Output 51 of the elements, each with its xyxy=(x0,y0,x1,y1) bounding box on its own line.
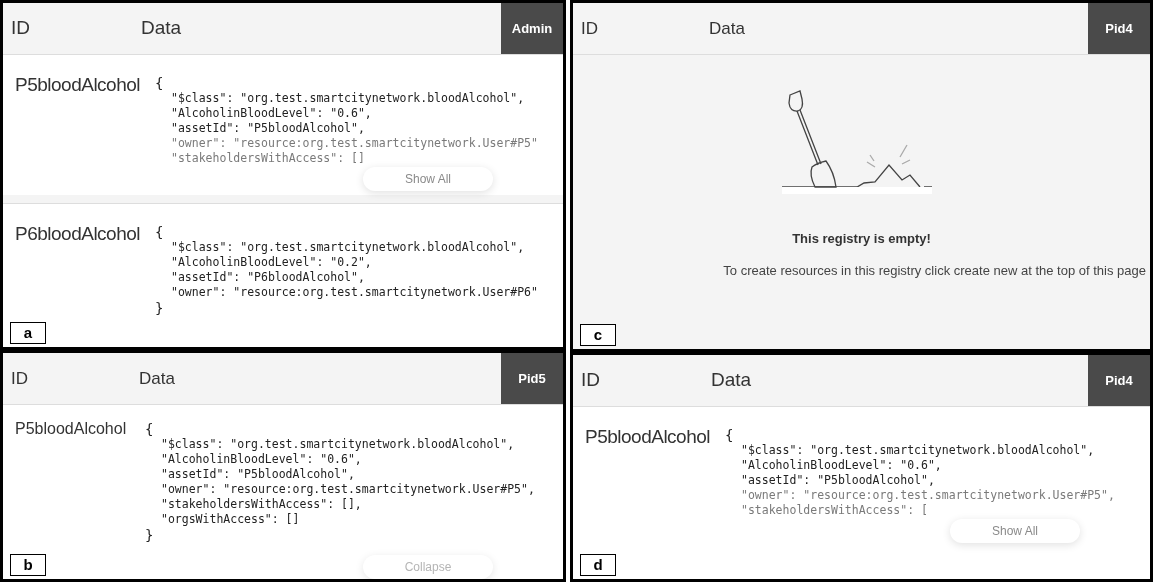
user-badge: Pid4 xyxy=(1088,355,1150,406)
record-id: P6bloodAlcohol xyxy=(15,222,142,246)
code-brace: { xyxy=(725,427,735,443)
code-line: "owner": "resource:org.test.smartcitynetwork.User#P6" xyxy=(171,285,538,300)
panel-label: d xyxy=(580,554,616,576)
record-id: P5bloodAlcohol xyxy=(15,73,142,97)
code-line: "stakeholdersWithAccess": [], xyxy=(161,497,363,512)
code-line: "$class": "org.test.smartcitynetwork.bloodAlcohol", xyxy=(161,437,516,452)
column-header: Data xyxy=(709,17,746,40)
code-brace: { xyxy=(145,421,155,437)
empty-title: This registry is empty! xyxy=(792,230,931,248)
code-line: "$class": "org.test.smartcitynetwork.bloodAlcohol", xyxy=(741,443,1096,458)
code-brace: { xyxy=(155,224,165,240)
code-line: "AlcoholinBloodLevel": "0.6", xyxy=(171,106,373,121)
code-brace: } xyxy=(155,300,165,316)
column-header: ID xyxy=(580,368,601,393)
column-header: ID xyxy=(580,17,599,40)
code-line: "assetId": "P6bloodAlcohol", xyxy=(171,270,366,285)
column-header: Data xyxy=(711,368,753,393)
code-line: "owner": "resource:org.test.smartcitynetwork.User#P5" xyxy=(171,136,538,151)
column-header: Data xyxy=(139,367,176,390)
show-all-button[interactable]: Show All xyxy=(950,519,1080,543)
record-id: P5bloodAlcohol xyxy=(15,419,128,439)
column-header: Data xyxy=(141,16,183,41)
panel-label: c xyxy=(580,324,616,346)
collapse-button[interactable]: Collapse xyxy=(363,555,493,579)
code-line: "assetId": "P5bloodAlcohol", xyxy=(171,121,366,136)
panel-label: b xyxy=(10,554,46,576)
code-brace: } xyxy=(145,527,155,543)
code-line: "orgsWithAccess": [] xyxy=(161,512,301,527)
panel-label: a xyxy=(10,322,46,344)
code-line: "owner": "resource:org.test.smartcitynetwork.User#P5", xyxy=(741,488,1115,503)
user-badge: Admin xyxy=(501,3,563,54)
code-line: "stakeholdersWithAccess": [] xyxy=(171,151,366,166)
code-line: "owner": "resource:org.test.smartcitynetwork.User#P5", xyxy=(161,482,535,497)
code-line: "stakeholdersWithAccess": [ xyxy=(741,503,929,518)
code-line: "$class": "org.test.smartcitynetwork.bloodAlcohol", xyxy=(171,91,526,106)
code-line: "assetId": "P5bloodAlcohol", xyxy=(161,467,356,482)
record-id: P5bloodAlcohol xyxy=(585,425,712,449)
code-brace: { xyxy=(155,75,165,91)
code-line: "AlcoholinBloodLevel": "0.6", xyxy=(741,458,943,473)
show-all-button[interactable]: Show All xyxy=(363,167,493,191)
empty-message: To create resources in this registry click create new at the top of this page xyxy=(723,261,1147,280)
user-badge: Pid5 xyxy=(501,353,563,404)
user-badge: Pid4 xyxy=(1088,3,1150,54)
code-line: "AlcoholinBloodLevel": "0.6", xyxy=(161,452,363,467)
column-header: ID xyxy=(10,16,31,41)
code-line: "$class": "org.test.smartcitynetwork.bloodAlcohol", xyxy=(171,240,526,255)
column-header: ID xyxy=(10,367,29,390)
code-line: "AlcoholinBloodLevel": "0.2", xyxy=(171,255,373,270)
code-line: "assetId": "P5bloodAlcohol", xyxy=(741,473,936,488)
